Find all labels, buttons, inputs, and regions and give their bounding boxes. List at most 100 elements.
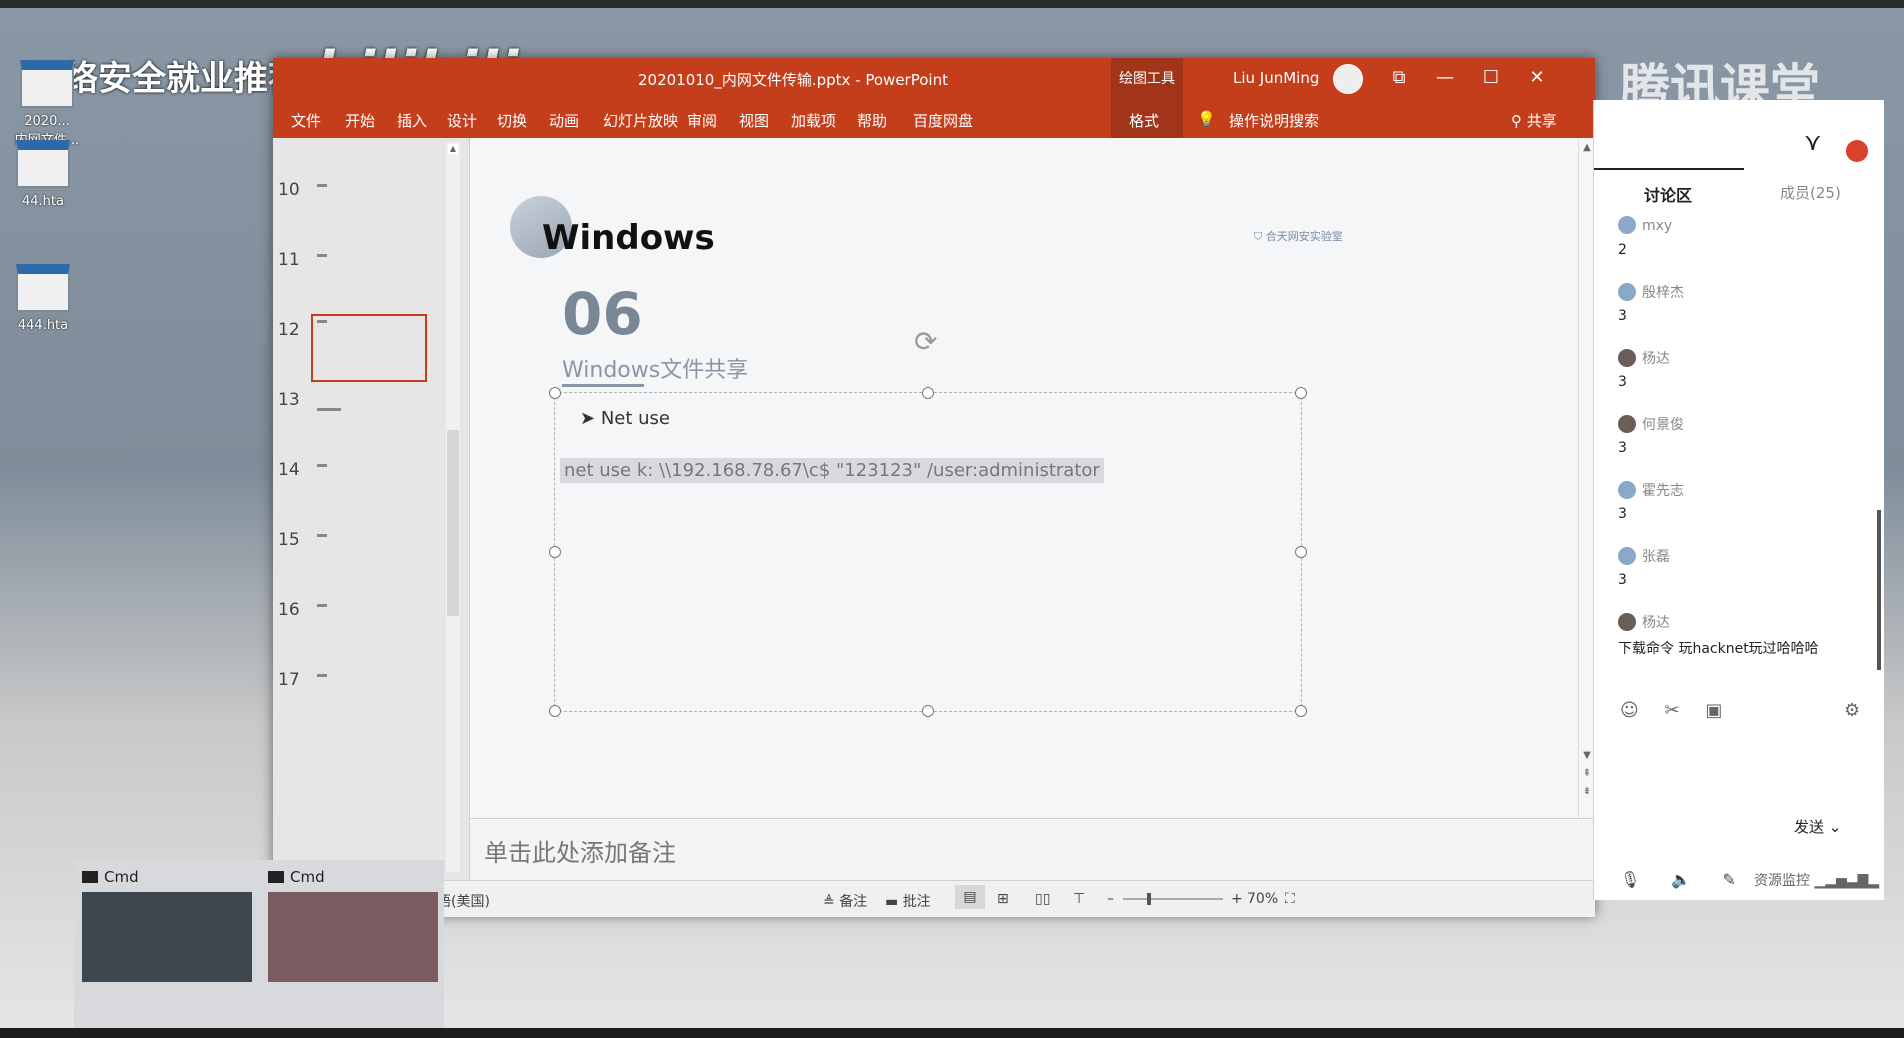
pen-icon[interactable]: ✎	[1722, 870, 1735, 889]
highlighted-command-text[interactable]: net use k: \\192.168.78.67\c$ "123123" /…	[560, 458, 1104, 483]
chat-message: 霍先志 3	[1618, 480, 1858, 522]
fit-to-window-icon[interactable]: ⛶	[1285, 891, 1295, 907]
desktop-icon-444-hta[interactable]: 444.hta	[0, 264, 88, 333]
tab-animations[interactable]: 动画	[549, 110, 579, 131]
sender-name[interactable]: 杨达	[1642, 351, 1670, 367]
tab-file[interactable]: 文件	[291, 110, 321, 131]
scroll-up-icon[interactable]: ▲	[448, 144, 458, 154]
zoom-slider-thumb[interactable]	[1147, 893, 1151, 905]
slide-canvas[interactable]: Windows ⛉ 合天网安实验室 06 Windows文件共享 ⟳ ➤ Net…	[470, 138, 1580, 818]
tab-home[interactable]: 开始	[345, 110, 375, 131]
slide-sorter-icon[interactable]: ⊞	[997, 891, 1009, 907]
avatar[interactable]	[1618, 415, 1636, 433]
close-icon[interactable]	[1846, 140, 1868, 162]
resize-handle[interactable]	[549, 705, 561, 717]
avatar[interactable]	[1618, 547, 1636, 565]
sender-name[interactable]: mxy	[1642, 218, 1672, 234]
resize-handle[interactable]	[549, 546, 561, 558]
cmd-preview-1[interactable]: Cmd	[82, 868, 252, 982]
desktop-icon-folder[interactable]: 2020... 内网文件...	[2, 60, 92, 148]
notes-toggle[interactable]: ≜ 备注	[823, 891, 867, 911]
scroll-up-icon[interactable]: ▲	[1581, 142, 1593, 154]
avatar[interactable]	[1618, 349, 1636, 367]
image-icon[interactable]: ▣	[1705, 700, 1722, 721]
tell-me-search[interactable]: 操作说明搜索	[1229, 110, 1319, 131]
tab-insert[interactable]: 插入	[397, 110, 427, 131]
tab-help[interactable]: 帮助	[857, 110, 887, 131]
notes-placeholder[interactable]: 单击此处添加备注	[484, 833, 676, 868]
tab-discussion[interactable]: 讨论区	[1644, 182, 1692, 206]
preview-label: Cmd	[104, 868, 139, 886]
chat-message: mxy 2	[1618, 216, 1858, 258]
notes-pane[interactable]: 单击此处添加备注	[470, 818, 1595, 881]
tab-transitions[interactable]: 切换	[497, 110, 527, 131]
scissors-icon[interactable]: ✂	[1665, 700, 1680, 721]
selected-textbox[interactable]	[549, 387, 1307, 717]
scroll-down-icon[interactable]: ▼	[1581, 750, 1593, 762]
resize-handle[interactable]	[1295, 387, 1307, 399]
next-slide-icon[interactable]: ⇟	[1581, 786, 1593, 798]
avatar[interactable]	[1618, 216, 1636, 234]
send-button[interactable]: 发送 ⌄	[1794, 816, 1841, 837]
normal-view-icon[interactable]: ▤	[955, 885, 985, 909]
ribbon-display-button[interactable]: ⧉	[1379, 64, 1419, 92]
comments-toggle[interactable]: ▬ 批注	[885, 891, 931, 911]
tab-members[interactable]: 成员(25)	[1780, 182, 1841, 203]
notes-icon: ≜	[823, 894, 840, 910]
sender-name[interactable]: 霍先志	[1642, 483, 1684, 499]
section-number[interactable]: 06	[562, 280, 643, 348]
slide-preview	[313, 670, 425, 736]
resize-handle[interactable]	[549, 387, 561, 399]
avatar[interactable]	[1333, 64, 1363, 94]
maximize-button[interactable]: ☐	[1471, 64, 1511, 92]
avatar[interactable]	[1618, 283, 1636, 301]
resize-handle[interactable]	[922, 387, 934, 399]
sender-name[interactable]: 何景俊	[1642, 417, 1684, 433]
resource-monitor[interactable]: 资源监控 ▁▂▅▃▇▂	[1754, 870, 1879, 890]
rotate-handle-icon[interactable]: ⟳	[914, 328, 942, 356]
reading-view-icon[interactable]: ▯▯	[1035, 891, 1050, 907]
emoji-icon[interactable]: ☺	[1620, 700, 1639, 721]
section-subtitle[interactable]: Windows文件共享	[562, 352, 748, 384]
resize-handle[interactable]	[922, 705, 934, 717]
share-button[interactable]: ⚲ 共享	[1511, 110, 1557, 131]
slide-heading[interactable]: Windows	[542, 218, 715, 258]
tab-slideshow[interactable]: 幻灯片放映	[603, 110, 678, 131]
sender-name[interactable]: 殷梓杰	[1642, 285, 1684, 301]
resource-monitor-label: 资源监控	[1754, 873, 1810, 889]
resize-handle[interactable]	[1295, 546, 1307, 558]
zoom-in-icon[interactable]: +	[1231, 891, 1243, 907]
zoom-level[interactable]: 70%	[1247, 891, 1278, 907]
tab-view[interactable]: 视图	[739, 110, 769, 131]
avatar[interactable]	[1618, 481, 1636, 499]
sender-name[interactable]: 杨达	[1642, 615, 1670, 631]
zoom-out-icon[interactable]: –	[1107, 891, 1114, 907]
cmd-preview-2[interactable]: Cmd	[268, 868, 438, 982]
chat-scrollbar[interactable]	[1877, 510, 1881, 670]
slide-thumbnail[interactable]: 17	[273, 670, 469, 754]
window-title: 20201010_内网文件传输.pptx - PowerPoint	[638, 71, 948, 89]
scrollbar-thumb[interactable]	[447, 430, 459, 616]
slide-number: 14	[278, 460, 300, 480]
chevron-down-icon[interactable]: ⌄	[1829, 818, 1842, 836]
desktop-icon-44-hta[interactable]: 44.hta	[0, 140, 88, 209]
thumbnail-scrollbar[interactable]: ▲	[446, 142, 460, 872]
microphone-icon[interactable]: 🎙	[1620, 870, 1640, 889]
tab-baidu-netdisk[interactable]: 百度网盘	[913, 110, 973, 131]
avatar[interactable]	[1618, 613, 1636, 631]
bullet-item[interactable]: ➤ Net use	[580, 408, 670, 429]
tab-addins[interactable]: 加载项	[791, 110, 836, 131]
minimize-button[interactable]: —	[1425, 64, 1465, 92]
close-button[interactable]: ✕	[1517, 64, 1557, 92]
tab-format[interactable]: 格式	[1129, 110, 1159, 131]
sender-name[interactable]: 张磊	[1642, 549, 1670, 565]
settings-icon[interactable]: ⚙	[1844, 700, 1860, 721]
zoom-slider[interactable]	[1123, 898, 1223, 900]
speaker-icon[interactable]: 🔈	[1671, 870, 1691, 889]
user-name[interactable]: Liu JunMing	[1233, 69, 1319, 87]
tab-design[interactable]: 设计	[447, 110, 477, 131]
tab-review[interactable]: 审阅	[687, 110, 717, 131]
previous-slide-icon[interactable]: ⇞	[1581, 768, 1593, 780]
resize-handle[interactable]	[1295, 705, 1307, 717]
slideshow-icon[interactable]: ⊤	[1073, 891, 1085, 907]
